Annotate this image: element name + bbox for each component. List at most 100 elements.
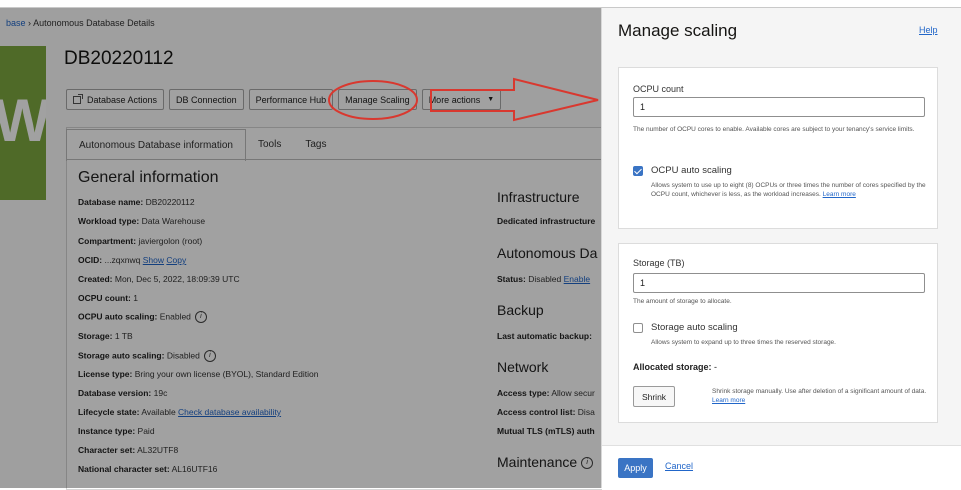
shrink-button[interactable]: Shrink [633,386,675,407]
autonomous-heading: Autonomous Da [497,245,598,261]
row-label: Storage: [78,331,113,341]
allocated-storage: Allocated storage: - [633,362,717,372]
lifecycle-state-row: Lifecycle state: Available Check databas… [78,407,281,417]
more-actions-label: More actions [428,94,481,105]
row-label: Character set: [78,445,136,455]
row-value: Enabled [159,311,191,322]
last-backup-row: Last automatic backup: [497,331,592,341]
chevron-down-icon: ▼ [487,96,495,103]
row-label: Access type: [497,388,550,398]
row-value: javiergolon (root) [138,236,203,246]
performance-hub-label: Performance Hub [255,94,327,105]
row-label: Mutual TLS (mTLS) auth [497,426,595,436]
ocid-row: OCID: ...zqxnwq Show Copy [78,255,186,265]
breadcrumb-current: Autonomous Database Details [33,18,155,28]
ocpu-auto-scaling-row: OCPU auto scaling: Enabled i [78,311,207,323]
row-value: Mon, Dec 5, 2022, 18:09:39 UTC [114,274,240,284]
row-label: Database name: [78,197,144,207]
row-label: Created: [78,274,113,284]
database-actions-button[interactable]: Database Actions [66,89,165,110]
row-label: OCPU count: [78,293,131,303]
row-label: Compartment: [78,236,137,246]
drawer-footer: Apply Cancel [602,445,961,489]
apply-button[interactable]: Apply [618,458,653,478]
maintenance-heading: Maintenance i [497,454,594,470]
row-value: Bring your own license (BYOL), Standard … [134,369,319,379]
learn-more-link[interactable]: Learn more [823,191,856,198]
db-connection-button[interactable]: DB Connection [169,89,244,110]
database-version-row: Database version: 19c [78,388,167,398]
row-value: ...zqxnwq [104,255,141,265]
status-row: Status: Disabled Enable [497,274,590,284]
storage-auto-scaling-row: Storage auto scaling: Disabled i [78,350,216,362]
row-label: Lifecycle state: [78,407,140,417]
access-type-row: Access type: Allow secur [497,388,595,398]
row-value: Available [141,407,176,417]
row-value: Disa [577,407,595,417]
storage-auto-scaling-help: Allows system to expand up to three time… [651,339,836,346]
row-value: 19c [153,388,168,398]
row-value: AL16UTF16 [171,464,218,474]
ocpu-count-help: The number of OCPU cores to enable. Avai… [633,126,915,133]
drawer-title: Manage scaling [618,21,738,40]
shrink-help: Shrink storage manually. Use after delet… [712,387,932,405]
row-label: Instance type: [78,426,136,436]
infrastructure-row: Dedicated infrastructure [497,216,595,226]
instance-type-row: Instance type: Paid [78,426,155,436]
tab-divider [66,159,601,160]
help-link[interactable]: Help [919,25,938,35]
infrastructure-heading: Infrastructure [497,189,580,205]
storage-auto-scaling-checkbox[interactable] [633,323,643,333]
row-label: National character set: [78,464,170,474]
manage-scaling-drawer: Manage scaling Help OCPU count 1 The num… [601,8,961,489]
learn-more-link[interactable]: Learn more [712,397,745,404]
manage-scaling-button[interactable]: Manage Scaling [338,89,417,110]
row-label: Last automatic backup: [497,331,592,341]
ocpu-auto-scaling-checkbox[interactable] [633,166,643,176]
info-icon[interactable]: i [203,350,216,362]
storage-input[interactable]: 1 [633,273,925,293]
row-value: DB20220112 [145,197,195,207]
database-logo: W [0,46,46,200]
allocated-storage-label: Allocated storage: [633,362,712,372]
performance-hub-button[interactable]: Performance Hub [248,89,334,110]
backup-heading: Backup [497,302,544,318]
database-name-row: Database name: DB20220112 [78,197,195,207]
info-icon[interactable]: i [194,311,207,323]
enable-link[interactable]: Enable [564,274,590,284]
allocated-storage-value: - [714,362,718,372]
row-value: Allow secur [551,388,595,398]
tab-tools[interactable]: Tools [246,129,293,159]
help-text: Shrink storage manually. Use after delet… [712,388,927,395]
tab-tags[interactable]: Tags [293,129,338,159]
cancel-link[interactable]: Cancel [665,461,693,471]
workload-type-row: Workload type: Data Warehouse [78,216,205,226]
general-information-heading: General information [78,169,219,186]
ocpu-count-input[interactable]: 1 [633,97,925,117]
row-label: OCPU auto scaling: [78,311,158,322]
more-actions-button[interactable]: More actions ▼ [421,89,502,110]
breadcrumb-separator: › [28,18,32,28]
row-label: Workload type: [78,216,140,226]
storage-help: The amount of storage to allocate. [633,298,732,305]
ocid-copy-link[interactable]: Copy [166,255,186,265]
network-heading: Network [497,359,549,375]
row-value: AL32UTF8 [137,445,179,455]
check-availability-link[interactable]: Check database availability [178,407,281,417]
storage-row: Storage: 1 TB [78,331,133,341]
tab-autonomous-database-information[interactable]: Autonomous Database information [66,129,246,161]
help-text: Allows system to use up to eight (8) OCP… [651,182,926,198]
ocid-show-link[interactable]: Show [143,255,164,265]
national-character-set-row: National character set: AL16UTF16 [78,464,217,474]
breadcrumb-link[interactable]: base [6,18,26,28]
row-label: OCID: [78,255,103,265]
tab-bar: Autonomous Database information Tools Ta… [66,129,338,161]
info-icon[interactable]: i [581,457,594,470]
row-value: Data Warehouse [141,216,206,226]
row-label: License type: [78,369,133,379]
storage-auto-scaling-label: Storage auto scaling [651,322,738,333]
action-bar: Database Actions DB Connection Performan… [66,89,502,110]
row-value: 1 [133,293,138,303]
row-value: Disabled [166,350,200,361]
ocpu-count-label: OCPU count [633,84,684,94]
